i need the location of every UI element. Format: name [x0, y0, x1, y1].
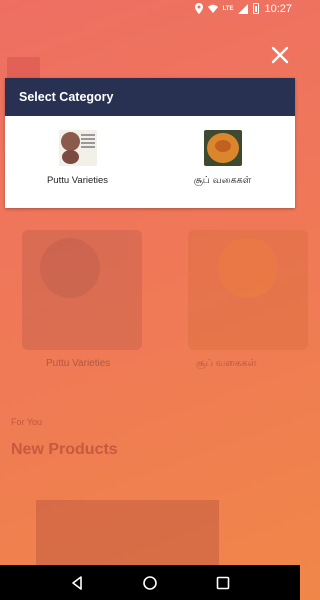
close-icon[interactable] [266, 41, 294, 69]
select-category-dialog: Select Category Puttu Varieties சூப் வகை… [5, 78, 295, 208]
home-icon[interactable] [142, 575, 158, 591]
status-bar: LTE 10:27 [0, 0, 300, 17]
category-label: சூப் வகைகள் [193, 175, 252, 186]
category-list: Puttu Varieties சூப் வகைகள் [5, 116, 295, 208]
recents-icon[interactable] [215, 575, 231, 591]
dialog-title: Select Category [5, 78, 295, 116]
section-title: New Products [11, 441, 118, 458]
back-icon[interactable] [69, 575, 85, 591]
puttu-thumbnail [58, 130, 97, 166]
bg-category-label: சூப் வகைகள் [196, 358, 257, 369]
location-icon [194, 3, 203, 14]
status-time: 10:27 [264, 2, 292, 15]
category-item-puttu[interactable]: Puttu Varieties [5, 116, 150, 208]
bg-category-card-soup [188, 230, 308, 350]
wifi-icon [207, 4, 218, 13]
bg-category-label: Puttu Varieties [46, 358, 111, 369]
category-label: Puttu Varieties [46, 175, 109, 186]
for-you-label: For You [11, 417, 43, 427]
bg-category-card-puttu [22, 230, 142, 350]
system-nav-bar [0, 565, 300, 600]
soup-thumbnail [203, 130, 242, 166]
signal-icon [238, 3, 249, 14]
category-item-soup[interactable]: சூப் வகைகள் [150, 116, 295, 208]
battery-icon [253, 3, 260, 14]
lte-indicator: LTE [222, 5, 234, 12]
